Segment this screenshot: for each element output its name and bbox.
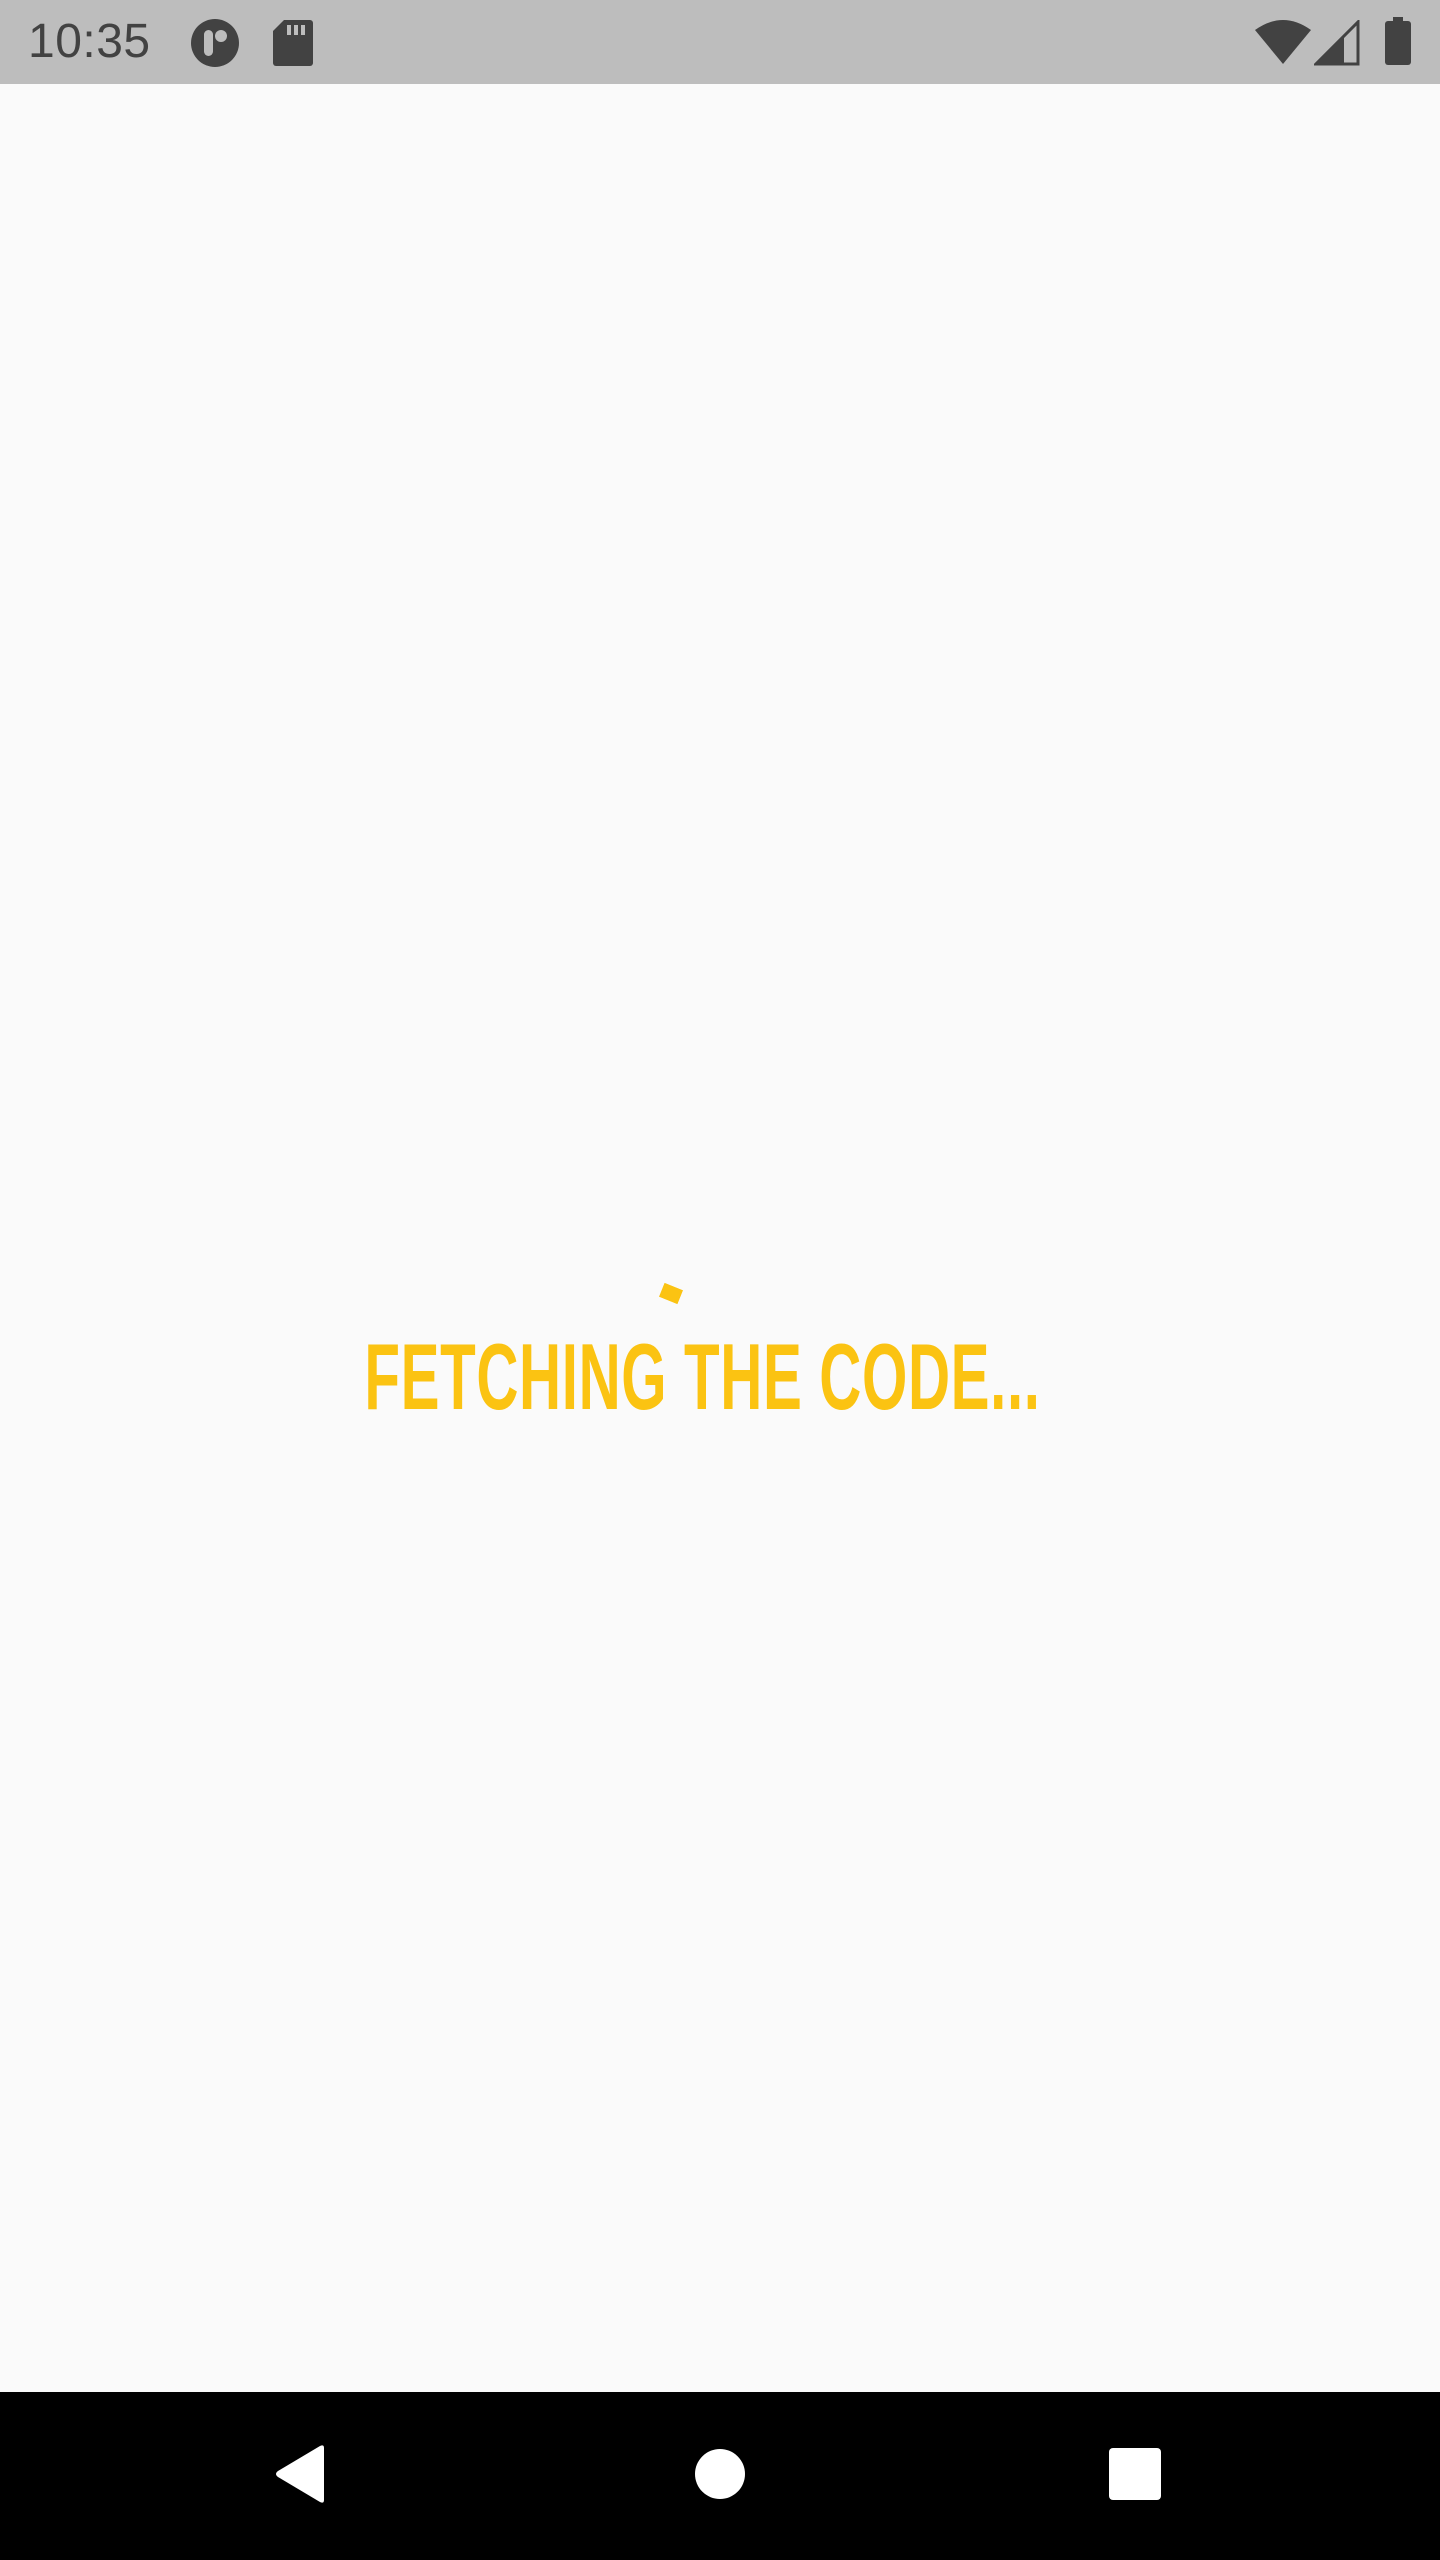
home-icon — [694, 2448, 746, 2504]
status-time: 10:35 — [28, 15, 151, 68]
status-bar: 10:35 — [0, 0, 1440, 84]
navigation-bar — [0, 2392, 1440, 2560]
recents-icon — [1108, 2447, 1162, 2505]
screen: 10:35 FETCHING THE CODE... — [0, 0, 1440, 2560]
recents-button[interactable] — [1085, 2426, 1185, 2526]
battery-icon — [1384, 16, 1412, 66]
loading-spinner-icon — [658, 1282, 684, 1305]
wifi-icon — [1254, 20, 1312, 70]
cellular-signal-icon — [1312, 18, 1360, 70]
home-button[interactable] — [670, 2426, 770, 2526]
sd-card-icon — [272, 18, 314, 68]
loading-message: FETCHING THE CODE... — [364, 1324, 1041, 1429]
back-icon — [272, 2444, 328, 2508]
app-notification-icon — [190, 18, 240, 68]
loading-screen — [0, 84, 1440, 2392]
back-button[interactable] — [250, 2426, 350, 2526]
